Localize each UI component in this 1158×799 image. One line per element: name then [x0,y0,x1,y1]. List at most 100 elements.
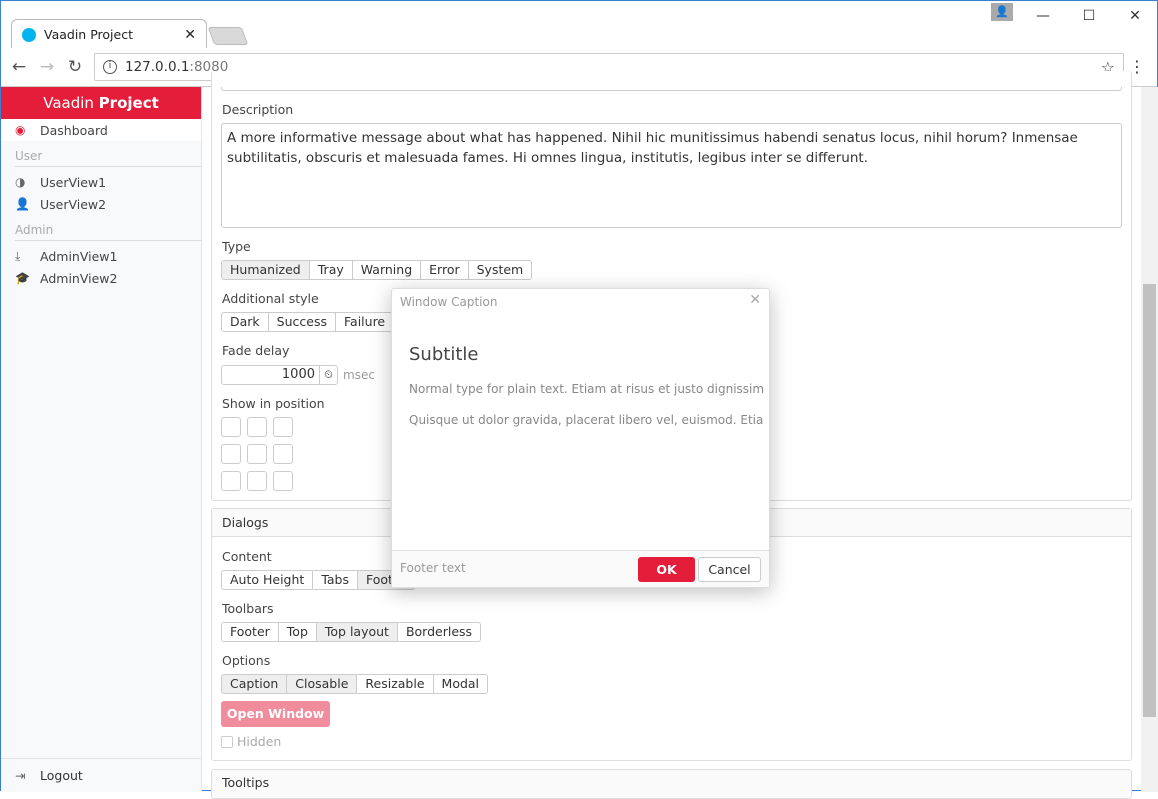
options-label: Options [222,653,271,668]
close-window-icon[interactable]: ✕ [1112,1,1158,31]
new-tab-button[interactable] [207,27,249,45]
maximize-icon[interactable]: ☐ [1066,1,1112,31]
dialog-window: Window Caption ✕ Subtitle Normal type fo… [391,288,770,588]
open-window-button[interactable]: Open Window [221,701,330,727]
position-bottom-center[interactable] [247,471,267,491]
position-middle-right[interactable] [273,444,293,464]
back-icon[interactable]: ← [5,57,33,77]
window-subtitle: Subtitle [409,344,479,365]
timer-icon[interactable]: ⏲ [319,366,337,384]
dashboard-icon: ◉ [15,123,26,137]
toolbars-selector: Footer Top Top layout Borderless [221,622,482,642]
sidebar-item-userview1[interactable]: ◑ UserView1 [1,171,201,193]
sidebar: Vaadin Project ◉ Dashboard User ◑ UserView… [1,87,202,792]
hidden-checkbox[interactable]: Hidden [221,734,281,749]
content-selector: Auto Height Tabs Footer [221,570,415,590]
sidebar-item-userview2[interactable]: 👤 UserView2 [1,193,201,215]
profile-icon[interactable]: 👤 [991,3,1013,21]
sign-out-icon: ⇥ [15,768,26,783]
toolbars-label: Toolbars [222,601,274,616]
fade-delay-label: Fade delay [222,343,290,358]
position-top-left[interactable] [221,417,241,437]
content-label: Content [222,549,272,564]
option-closable[interactable]: Closable [287,675,358,693]
content-tabs[interactable]: Tabs [313,571,359,589]
option-resizable[interactable]: Resizable [357,675,434,693]
type-error[interactable]: Error [421,261,469,279]
position-middle-center[interactable] [247,444,267,464]
cancel-button[interactable]: Cancel [698,557,761,582]
browser-tab[interactable]: Vaadin Project ✕ [11,19,207,49]
type-tray[interactable]: Tray [310,261,353,279]
tooltips-title: Tooltips [222,775,270,790]
type-system[interactable]: System [469,261,532,279]
toolbar-top[interactable]: Top [279,623,317,641]
user-icon: 👤 [15,197,30,211]
sidebar-caption-user: User [15,141,201,167]
window-caption: Window Caption [400,295,498,309]
position-bottom-right[interactable] [273,471,293,491]
type-warning[interactable]: Warning [353,261,422,279]
browser-tab-bar: Vaadin Project ✕ 👤 — ☐ ✕ [1,1,1158,49]
tooltips-panel: Tooltips [211,769,1132,799]
close-icon[interactable]: ✕ [749,292,761,308]
toolbar-footer[interactable]: Footer [222,623,279,641]
position-top-right[interactable] [273,417,293,437]
scrollbar-thumb[interactable] [1143,284,1156,717]
position-top-center[interactable] [247,417,267,437]
fade-unit: msec [343,368,375,382]
type-selector: Humanized Tray Warning Error System [221,260,533,280]
item-label: AdminView1 [40,248,118,264]
reload-icon[interactable]: ↻ [61,57,89,77]
toolbar-borderless[interactable]: Borderless [398,623,480,641]
item-label: UserView2 [40,196,107,212]
sidebar-item-adminview1[interactable]: ⤓ AdminView1 [1,245,201,267]
window-footer: Footer text OK Cancel [392,550,769,587]
sidebar-item-dashboard[interactable]: ◉ Dashboard [1,119,201,141]
sidebar-item-adminview2[interactable]: 🎓 AdminView2 [1,267,201,289]
type-label: Type [222,239,251,254]
close-tab-icon[interactable]: ✕ [184,27,196,43]
brand-title: Vaadin Project [1,87,201,119]
title-field-edge [221,87,1122,91]
footer-text: Footer text [400,561,466,575]
logout-button[interactable]: ⇥ Logout [1,758,201,792]
graduation-cap-icon: 🎓 [15,271,30,285]
sidebar-caption-admin: Admin [15,215,201,241]
description-textarea[interactable]: A more informative message about what ha… [221,123,1122,228]
hidden-label: Hidden [237,734,282,749]
type-humanized[interactable]: Humanized [222,261,310,279]
ok-button[interactable]: OK [638,557,695,582]
vaadin-favicon-icon [22,27,36,42]
position-middle-left[interactable] [221,444,241,464]
window-paragraph-2: Quisque ut dolor gravida, placerat liber… [409,413,764,427]
description-label: Description [222,102,294,117]
content-auto-height[interactable]: Auto Height [222,571,314,589]
tab-title: Vaadin Project [44,27,133,42]
option-modal[interactable]: Modal [434,675,487,693]
item-label: UserView1 [40,174,107,190]
adjust-icon: ◑ [15,175,26,189]
window-paragraph-1: Normal type for plain text. Etiam at ris… [409,382,764,396]
style-selector: Dark Success Failure [221,312,416,332]
position-bottom-left[interactable] [221,471,241,491]
style-dark[interactable]: Dark [222,313,269,331]
option-caption[interactable]: Caption [222,675,288,693]
options-selector: Caption Closable Resizable Modal [221,674,489,694]
fade-delay-input[interactable]: 1000 ⏲ [221,365,338,385]
style-success[interactable]: Success [269,313,336,331]
position-label: Show in position [222,396,325,411]
item-label: AdminView2 [40,270,118,286]
window-controls: — ☐ ✕ [1020,1,1158,31]
style-failure[interactable]: Failure [336,313,395,331]
style-label: Additional style [222,291,319,306]
info-icon[interactable]: i [103,60,117,74]
item-label: Dashboard [40,122,108,138]
sign-in-icon: ⤓ [15,248,21,263]
logout-label: Logout [40,768,83,783]
minimize-icon[interactable]: — [1020,1,1066,31]
url-host: 127.0.0.1 [125,59,190,75]
forward-icon[interactable]: → [33,57,61,77]
checkbox-box[interactable] [221,735,233,748]
toolbar-top-layout[interactable]: Top layout [316,623,398,641]
